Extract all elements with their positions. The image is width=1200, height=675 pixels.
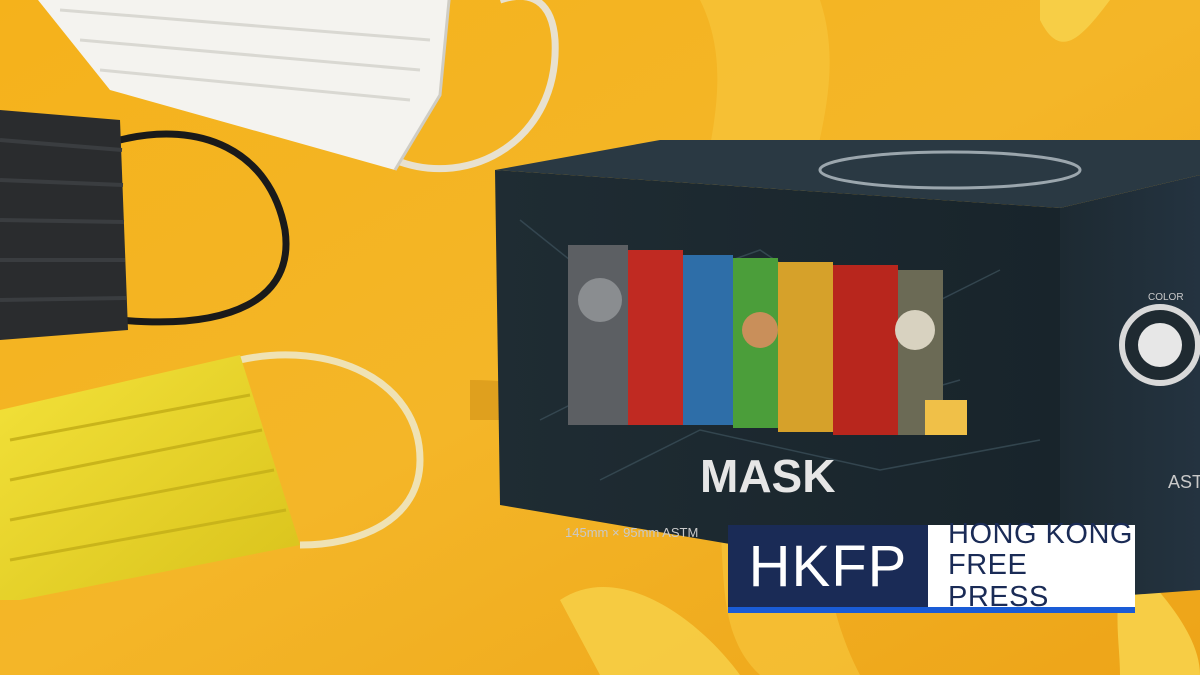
- logo-mark: HKFP: [728, 525, 928, 613]
- box-side-label: AST: [1168, 472, 1200, 492]
- box-product-label: MASK: [700, 450, 835, 502]
- box-side-badge-label: COLOR: [1148, 292, 1184, 303]
- logo-line-2: FREE PRESS: [948, 549, 1049, 613]
- logo-name: HONG KONG FREE PRESS: [928, 518, 1135, 613]
- box-size-label: 145mm × 95mm ASTM: [565, 525, 698, 540]
- hero-image: MASK 145mm × 95mm ASTM COLOR AST HKFP HO…: [0, 0, 1200, 675]
- logo-line-1: HONG KONG: [948, 518, 1133, 551]
- box-artwork: [568, 245, 967, 435]
- hkfp-logo: HKFP HONG KONG FREE PRESS: [728, 518, 1135, 613]
